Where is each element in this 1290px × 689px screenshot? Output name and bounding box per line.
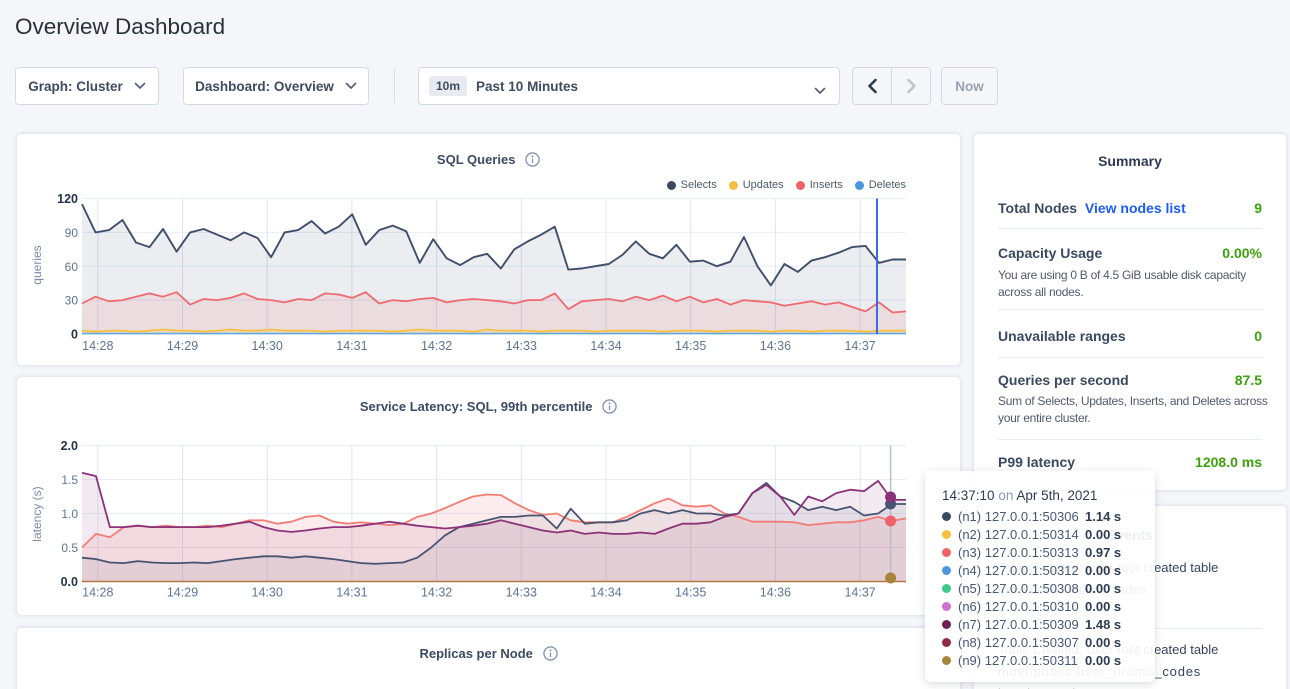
svg-text:0.0: 0.0 xyxy=(61,575,78,589)
svg-text:60: 60 xyxy=(65,260,79,274)
svg-text:14:31: 14:31 xyxy=(336,339,367,353)
svg-text:30: 30 xyxy=(65,294,79,308)
svg-text:14:34: 14:34 xyxy=(590,339,621,353)
svg-text:2.0: 2.0 xyxy=(61,439,78,453)
svg-text:0: 0 xyxy=(71,328,78,342)
svg-text:0.5: 0.5 xyxy=(61,541,78,555)
svg-text:14:32: 14:32 xyxy=(421,339,452,353)
svg-text:1.0: 1.0 xyxy=(61,507,78,521)
svg-text:90: 90 xyxy=(65,226,79,240)
svg-text:14:33: 14:33 xyxy=(506,586,537,600)
svg-text:1.5: 1.5 xyxy=(61,473,78,487)
svg-text:14:35: 14:35 xyxy=(675,586,706,600)
svg-text:14:29: 14:29 xyxy=(167,339,198,353)
svg-text:14:37: 14:37 xyxy=(844,339,875,353)
svg-text:14:28: 14:28 xyxy=(82,586,113,600)
svg-text:14:36: 14:36 xyxy=(760,586,791,600)
svg-text:14:33: 14:33 xyxy=(506,339,537,353)
svg-text:14:31: 14:31 xyxy=(336,586,367,600)
svg-text:14:37: 14:37 xyxy=(844,586,875,600)
svg-text:14:35: 14:35 xyxy=(675,339,706,353)
svg-text:120: 120 xyxy=(57,192,78,206)
svg-text:14:29: 14:29 xyxy=(167,586,198,600)
svg-text:14:32: 14:32 xyxy=(421,586,452,600)
svg-text:14:28: 14:28 xyxy=(82,339,113,353)
svg-text:14:36: 14:36 xyxy=(760,339,791,353)
svg-text:14:34: 14:34 xyxy=(590,586,621,600)
svg-text:14:30: 14:30 xyxy=(252,339,283,353)
svg-text:14:30: 14:30 xyxy=(252,586,283,600)
